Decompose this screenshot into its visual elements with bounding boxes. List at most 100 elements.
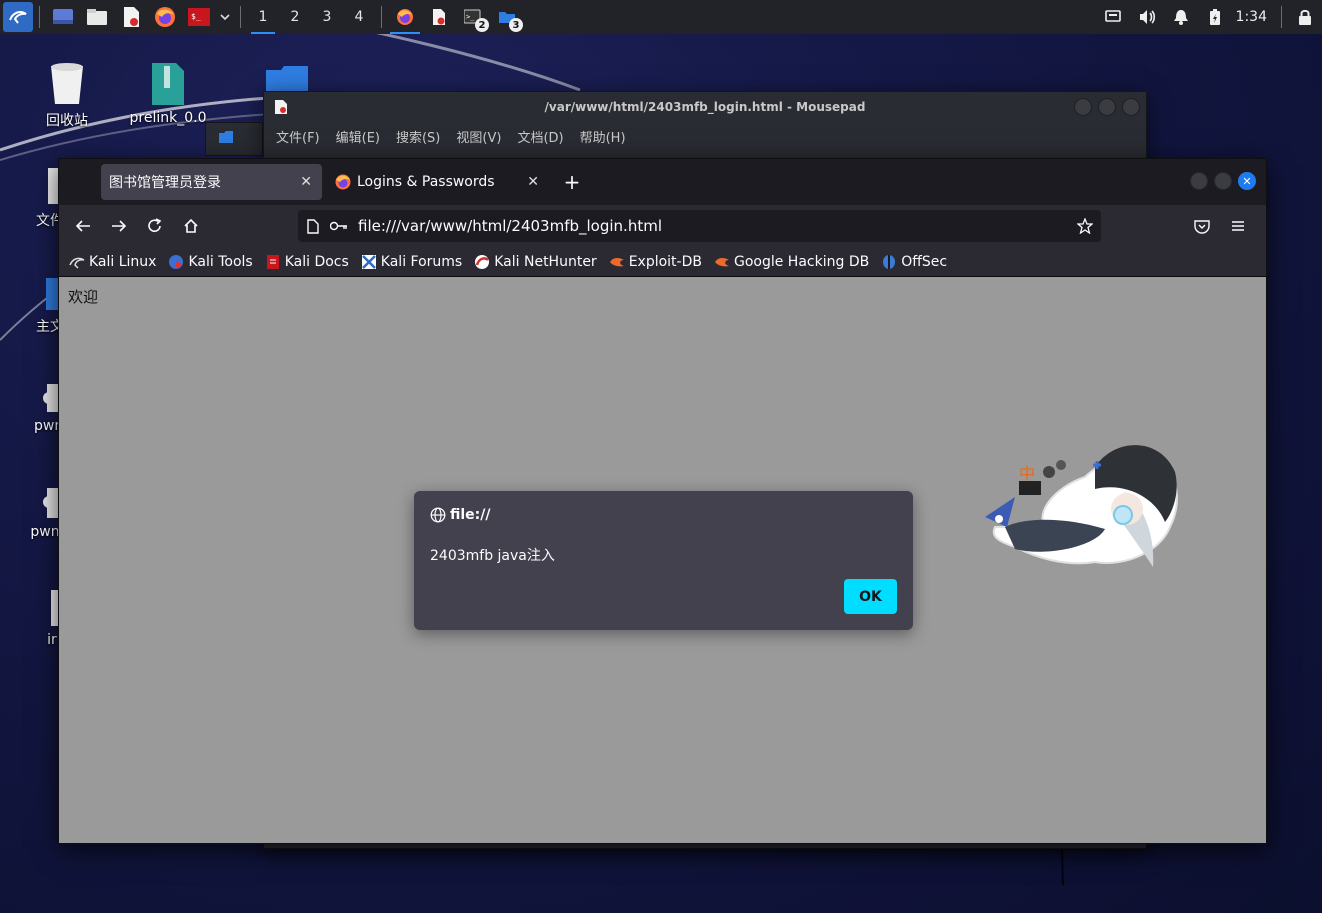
bookmarks-toolbar: Kali Linux Kali Tools Kali Docs Kali For… (59, 247, 1266, 277)
tab-label: 图书馆管理员登录 (109, 175, 221, 191)
minimize-button[interactable] (1074, 98, 1092, 116)
task-mousepad[interactable] (422, 0, 456, 34)
close-button[interactable] (1122, 98, 1140, 116)
reload-button[interactable] (137, 210, 173, 242)
desktop-icon-pwn1[interactable]: pwn (34, 382, 63, 434)
top-panel: $_ 1 2 3 4 >_ 2 3 1:34 (0, 0, 1322, 34)
maximize-button[interactable] (1214, 172, 1232, 190)
lock-icon[interactable] (1288, 0, 1322, 34)
system-tray: 1:34 (1096, 0, 1322, 34)
exploit-db-icon (609, 254, 625, 270)
maximize-button[interactable] (1098, 98, 1116, 116)
bookmark-kali-tools[interactable]: Kali Tools (168, 254, 253, 270)
desktop-icon-label: 主文 (36, 319, 64, 335)
bookmark-google-hacking-db[interactable]: Google Hacking DB (714, 254, 869, 270)
task-terminal[interactable]: >_ 2 (456, 0, 490, 34)
display-icon[interactable] (1096, 0, 1130, 34)
bookmark-kali-docs[interactable]: Kali Docs (265, 254, 349, 270)
new-tab-button[interactable]: + (559, 169, 585, 195)
bookmark-kali-nethunter[interactable]: Kali NetHunter (474, 253, 597, 270)
kali-forums-icon (361, 254, 377, 270)
tab-library-login[interactable]: 图书馆管理员登录 ✕ (101, 164, 322, 200)
task-count-badge: 3 (509, 18, 523, 32)
bookmark-exploit-db[interactable]: Exploit-DB (609, 254, 702, 270)
text-editor-icon[interactable] (118, 4, 144, 30)
firefox-window[interactable]: 图书馆管理员登录 ✕ Logins & Passwords ✕ + ✕ file… (58, 158, 1267, 844)
close-button[interactable]: ✕ (1238, 172, 1256, 190)
firefox-icon[interactable] (152, 4, 178, 30)
svg-text:$_: $_ (191, 12, 201, 21)
menu-edit[interactable]: 编辑(E) (336, 127, 380, 146)
tab-label: Logins & Passwords (357, 174, 495, 190)
kali-menu-icon[interactable] (3, 2, 33, 32)
menu-view[interactable]: 视图(V) (456, 127, 501, 146)
bookmark-label: Kali Forums (380, 253, 463, 270)
desktop-icon-prelink[interactable]: prelink_0.0 (128, 62, 208, 126)
close-tab-icon[interactable]: ✕ (300, 174, 312, 190)
dialog-message: 2403mfb java注入 (430, 548, 555, 564)
forward-button[interactable] (101, 210, 137, 242)
battery-icon[interactable] (1198, 0, 1232, 34)
bookmark-star-icon[interactable] (1076, 217, 1094, 238)
reload-icon (148, 218, 162, 232)
desktop-icon-file[interactable]: 文件 (36, 166, 64, 230)
back-button[interactable] (65, 210, 101, 242)
ok-button[interactable]: OK (844, 579, 897, 614)
bookmark-kali-linux[interactable]: Kali Linux (69, 254, 156, 270)
bookmark-kali-forums[interactable]: Kali Forums (361, 254, 462, 270)
alert-dialog[interactable]: file:// 2403mfb java注入 OK (414, 491, 913, 630)
desktop-icon-pwn2[interactable]: pwn (30, 486, 60, 540)
menu-document[interactable]: 文档(D) (517, 127, 563, 146)
archive-icon (152, 63, 184, 105)
folder-icon (266, 66, 308, 92)
desktop-icon[interactable] (50, 4, 76, 30)
menu-search[interactable]: 搜索(S) (396, 127, 440, 146)
workspace-1[interactable]: 1 (247, 0, 279, 34)
panel-clock[interactable]: 1:34 (1232, 9, 1275, 25)
mousepad-titlebar[interactable]: /var/www/html/2403mfb_login.html - Mouse… (264, 92, 1146, 122)
file-manager-icon[interactable] (84, 4, 110, 30)
panel-separator (240, 6, 241, 28)
workspace-3[interactable]: 3 (311, 0, 343, 34)
window-title: /var/www/html/2403mfb_login.html - Mouse… (544, 100, 866, 114)
executable-icon (43, 384, 59, 412)
home-icon (184, 218, 198, 233)
dialog-origin-text: file:// (450, 507, 491, 523)
bookmark-label: OffSec (901, 253, 948, 270)
file-manager-window[interactable] (205, 122, 263, 156)
home-button[interactable] (173, 210, 209, 242)
minimize-button[interactable] (1190, 172, 1208, 190)
url-text[interactable]: file:///var/www/html/2403mfb_login.html (358, 217, 662, 235)
key-icon[interactable] (326, 221, 352, 231)
chevron-down-icon[interactable] (218, 4, 232, 30)
welcome-text: 欢迎 (68, 288, 99, 306)
page-icon[interactable] (300, 218, 326, 234)
workspace-4[interactable]: 4 (343, 0, 375, 34)
desktop-icon-home[interactable]: 主文 (36, 276, 64, 336)
desktop-icon-trash[interactable]: 回收站 (38, 60, 96, 130)
bookmark-label: Kali NetHunter (494, 253, 597, 270)
task-firefox[interactable] (388, 0, 422, 34)
mousepad-menubar: 文件(F) 编辑(E) 搜索(S) 视图(V) 文档(D) 帮助(H) (264, 122, 1146, 150)
pocket-button[interactable] (1184, 210, 1220, 242)
workspace-2[interactable]: 2 (279, 0, 311, 34)
exploit-db-icon (714, 254, 730, 270)
task-file-manager[interactable]: 3 (490, 0, 524, 34)
terminal-icon[interactable]: $_ (186, 4, 212, 30)
panel-separator (381, 6, 382, 28)
tab-logins-passwords[interactable]: Logins & Passwords ✕ (327, 164, 549, 200)
panel-separator (1281, 6, 1282, 28)
url-bar[interactable]: file:///var/www/html/2403mfb_login.html (298, 210, 1101, 242)
desktop-icon-label: 回收站 (46, 113, 88, 129)
close-tab-icon[interactable]: ✕ (527, 174, 539, 190)
app-menu-button[interactable] (1220, 210, 1256, 242)
svg-text:中: 中 (1019, 464, 1035, 483)
notification-bell-icon[interactable] (1164, 0, 1198, 34)
menu-help[interactable]: 帮助(H) (580, 127, 626, 146)
document-icon (51, 590, 59, 626)
menu-file[interactable]: 文件(F) (276, 127, 320, 146)
page-content: 欢迎 中 file:// 2403mfb java注入 OK (59, 277, 1266, 843)
offsec-icon (881, 254, 897, 270)
volume-icon[interactable] (1130, 0, 1164, 34)
bookmark-offsec[interactable]: OffSec (881, 254, 947, 270)
